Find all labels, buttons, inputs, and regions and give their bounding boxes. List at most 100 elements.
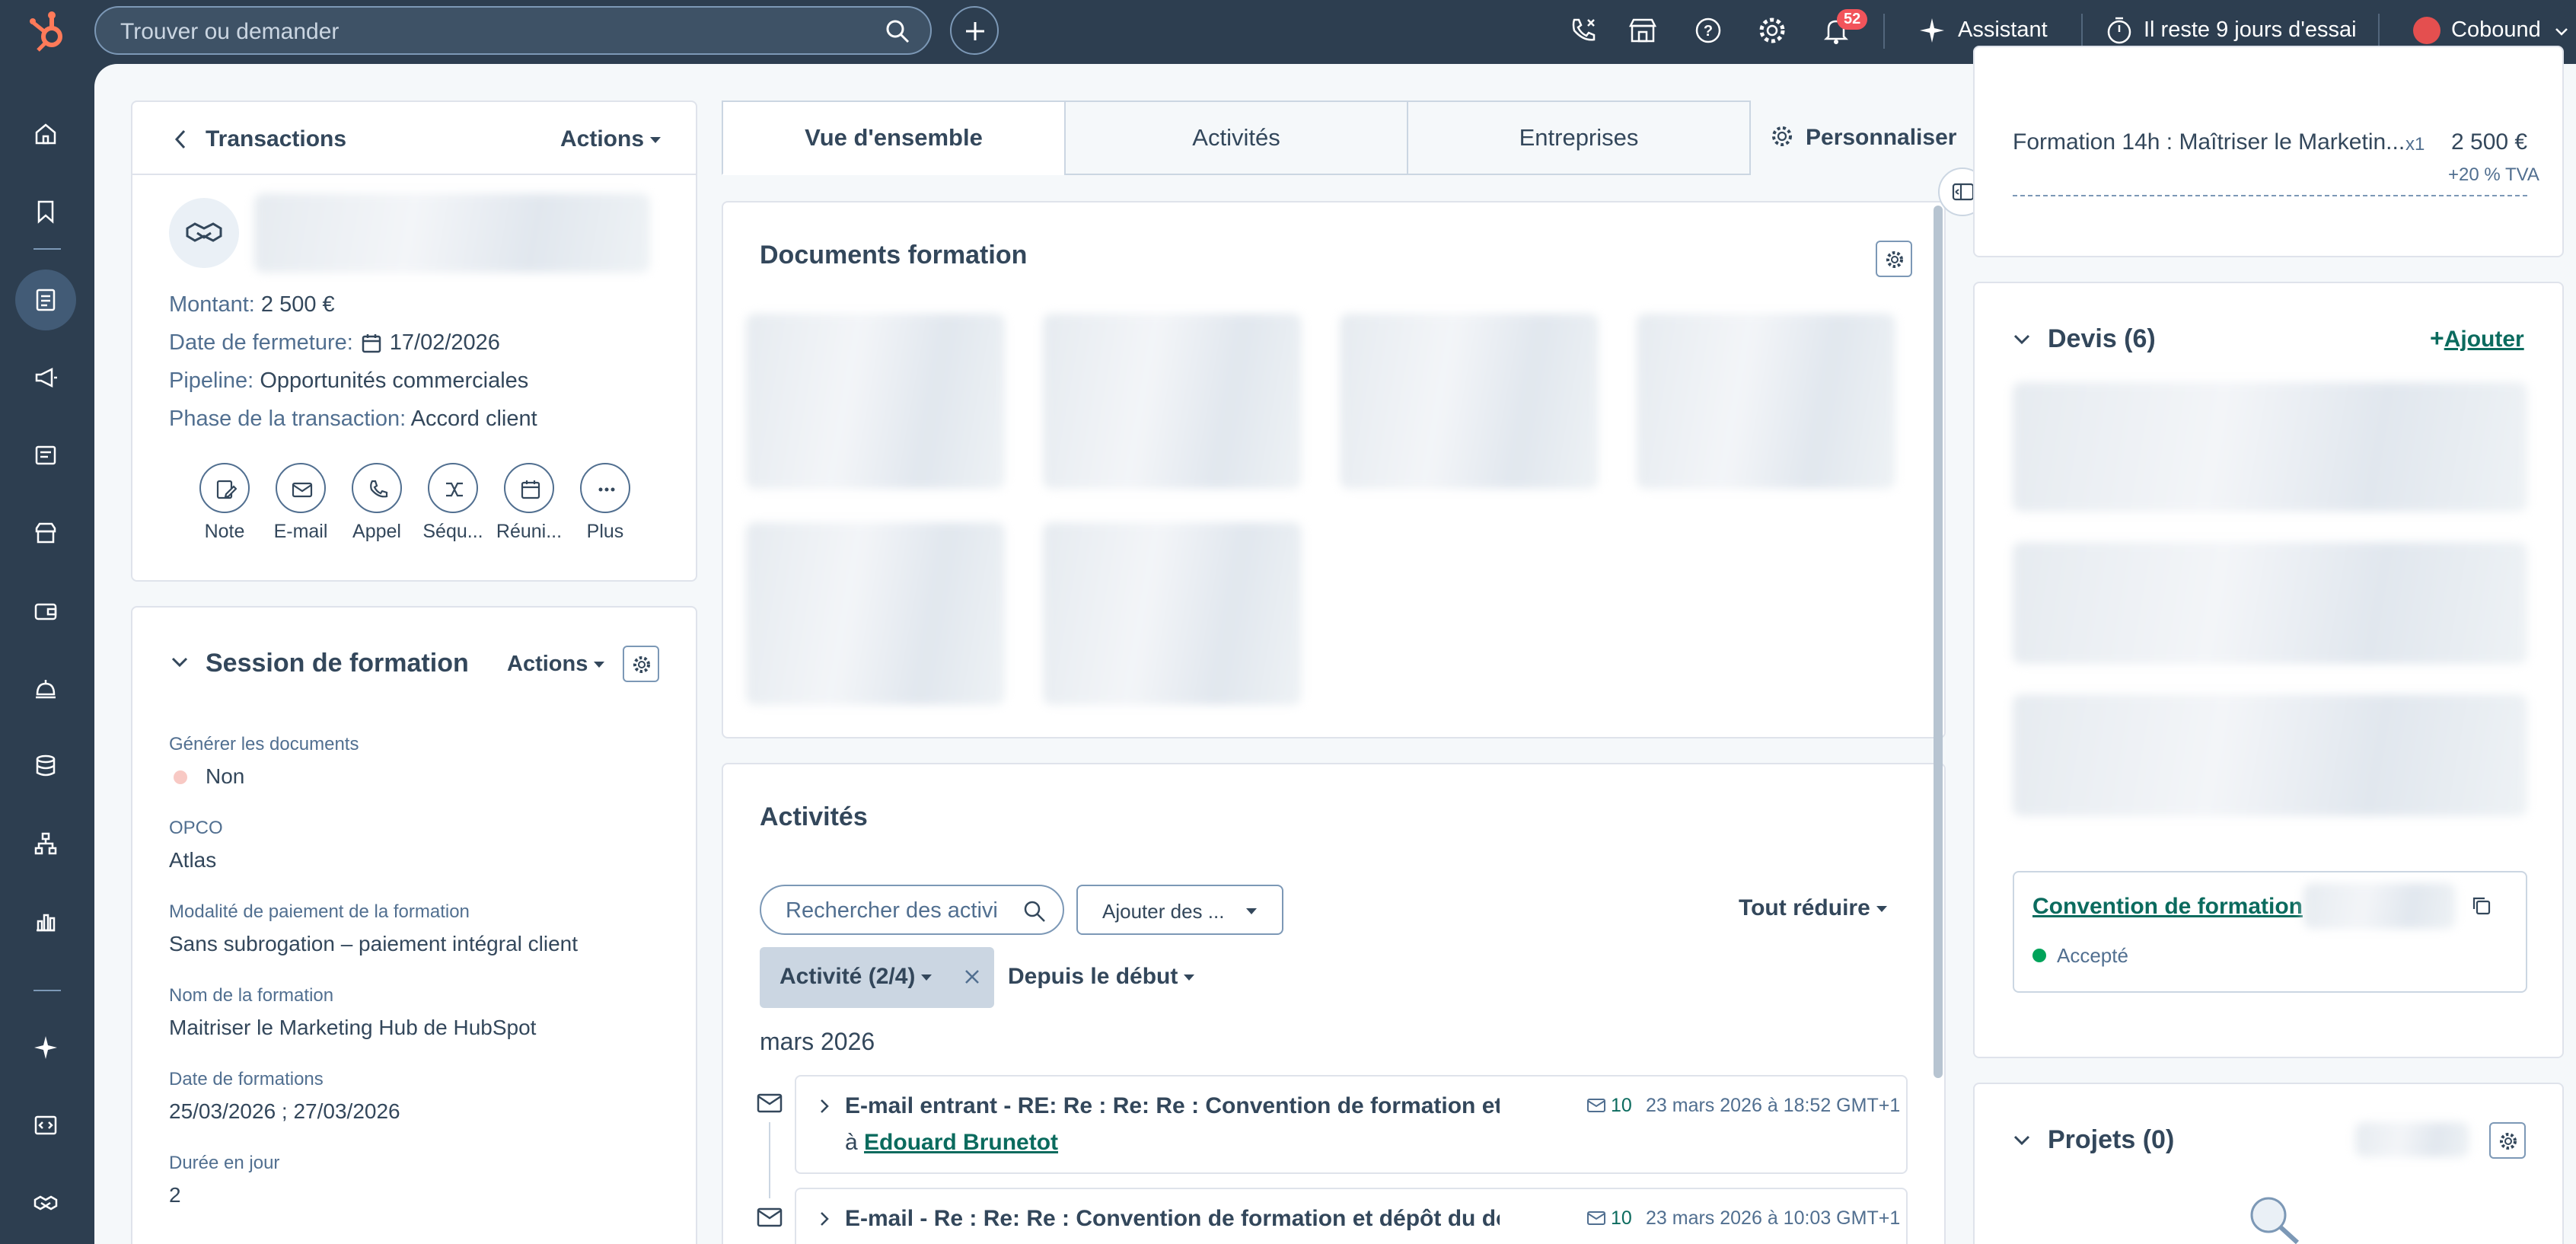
document-thumbnail[interactable] bbox=[1043, 522, 1302, 705]
nav-crm-icon[interactable] bbox=[15, 270, 76, 330]
global-search-input[interactable]: Trouver ou demander bbox=[94, 6, 932, 55]
nav-developer-code-icon[interactable] bbox=[15, 1095, 76, 1156]
close-date-value[interactable]: 17/02/2026 bbox=[390, 330, 500, 356]
property-value[interactable]: 2 bbox=[169, 1183, 181, 1207]
chevron-left-icon[interactable] bbox=[172, 128, 187, 151]
customize-button[interactable]: Personnaliser bbox=[1806, 125, 1956, 151]
empty-state-magnifier-icon bbox=[2243, 1192, 2303, 1244]
session-card-title[interactable]: Session de formation bbox=[206, 649, 469, 678]
quote-status: Accepté bbox=[2057, 944, 2128, 967]
nav-automation-icon[interactable] bbox=[15, 813, 76, 874]
nav-content-icon[interactable] bbox=[15, 425, 76, 486]
collapse-all-dropdown[interactable]: Tout réduire bbox=[1739, 895, 1887, 921]
quote-item-redacted[interactable] bbox=[2013, 542, 2527, 664]
deal-name-redacted bbox=[254, 193, 650, 273]
back-to-transactions-link[interactable]: Transactions bbox=[206, 126, 346, 152]
account-avatar[interactable] bbox=[2413, 17, 2441, 44]
search-icon[interactable] bbox=[885, 18, 910, 44]
nav-marketing-megaphone-icon[interactable] bbox=[15, 347, 76, 408]
document-thumbnail[interactable] bbox=[1043, 314, 1302, 489]
session-settings-button[interactable] bbox=[623, 646, 659, 682]
session-actions-dropdown[interactable]: Actions bbox=[507, 652, 605, 677]
nav-bookmark-icon[interactable] bbox=[15, 181, 76, 242]
nav-wallet-icon[interactable] bbox=[15, 580, 76, 641]
documents-settings-button[interactable] bbox=[1876, 241, 1912, 277]
nav-home-icon[interactable] bbox=[15, 104, 76, 164]
projects-action-redacted[interactable] bbox=[2355, 1122, 2469, 1157]
activity-filter-chip[interactable]: Activité (2/4) bbox=[760, 947, 994, 1008]
chevron-down-icon[interactable] bbox=[2013, 1134, 2031, 1147]
activity-email-item[interactable]: E-mail entrant - RE: Re : Re: Re : Conve… bbox=[795, 1075, 1908, 1174]
document-thumbnail[interactable] bbox=[1340, 314, 1599, 489]
nav-deals-handshake-icon[interactable] bbox=[15, 1172, 76, 1233]
projects-settings-button[interactable] bbox=[2489, 1122, 2526, 1159]
chevron-right-icon[interactable] bbox=[819, 1211, 830, 1227]
quote-item-redacted[interactable] bbox=[2013, 382, 2527, 512]
property-value[interactable]: 25/03/2026 ; 27/03/2026 bbox=[169, 1099, 400, 1124]
chevron-down-icon[interactable] bbox=[2555, 27, 2568, 37]
document-thumbnail[interactable] bbox=[746, 314, 1005, 489]
convention-quote-link[interactable]: Convention de formation bbox=[2032, 894, 2303, 920]
tab-overview[interactable]: Vue d'ensemble bbox=[722, 100, 1066, 175]
copy-icon[interactable] bbox=[2471, 895, 2492, 917]
activity-email-item[interactable]: E-mail - Re : Re: Re : Convention de for… bbox=[795, 1188, 1908, 1244]
activity-email-title[interactable]: E-mail entrant - RE: Re : Re: Re : Conve… bbox=[845, 1093, 1500, 1119]
nav-breeze-sparkle-icon[interactable] bbox=[15, 1017, 76, 1078]
meeting-action-button[interactable] bbox=[504, 463, 554, 513]
middle-scrollbar[interactable] bbox=[1934, 206, 1943, 1078]
activity-email-title[interactable]: E-mail - Re : Re: Re : Convention de for… bbox=[845, 1206, 1500, 1232]
calling-icon[interactable] bbox=[1568, 15, 1599, 46]
add-quote-button[interactable]: +Ajouter bbox=[2430, 324, 2524, 352]
since-beginning-dropdown[interactable]: Depuis le début bbox=[1008, 964, 1195, 990]
gear-icon bbox=[1886, 251, 1903, 268]
nav-commerce-icon[interactable] bbox=[15, 502, 76, 563]
document-thumbnail[interactable] bbox=[746, 522, 1005, 705]
email-action-button[interactable] bbox=[276, 463, 326, 513]
note-action-button[interactable] bbox=[199, 463, 250, 513]
record-actions-dropdown[interactable]: Actions bbox=[560, 126, 662, 152]
deal-stage-value[interactable]: Accord client bbox=[411, 407, 537, 431]
marketplace-icon[interactable] bbox=[1628, 15, 1658, 46]
assistant-button[interactable]: Assistant bbox=[1958, 18, 2048, 43]
sequence-action-button[interactable] bbox=[428, 463, 478, 513]
settings-gear-icon[interactable] bbox=[1757, 15, 1787, 46]
projects-card-title[interactable]: Projets (0) bbox=[2048, 1125, 2174, 1155]
quotes-card-title[interactable]: Devis (6) bbox=[2048, 324, 2156, 354]
chevron-down-icon[interactable] bbox=[171, 656, 189, 668]
trial-remaining-link[interactable]: Il reste 9 jours d'essai bbox=[2144, 18, 2357, 43]
customize-gear-icon[interactable] bbox=[1771, 125, 1793, 148]
more-action-button[interactable] bbox=[580, 463, 630, 513]
search-icon[interactable] bbox=[1023, 900, 1046, 923]
close-icon[interactable] bbox=[964, 968, 980, 985]
pipeline-value[interactable]: Opportunités commerciales bbox=[260, 368, 528, 393]
help-icon[interactable]: ? bbox=[1693, 15, 1723, 46]
activity-filter-label[interactable]: Activité (2/4) bbox=[779, 964, 933, 990]
property-value[interactable]: Sans subrogation – paiement intégral cli… bbox=[169, 932, 578, 956]
tab-companies[interactable]: Entreprises bbox=[1407, 100, 1751, 175]
chevron-right-icon[interactable] bbox=[819, 1098, 830, 1115]
line-item-name[interactable]: Formation 14h : Maîtriser le Marketin... bbox=[2013, 129, 2405, 155]
chevron-down-icon[interactable] bbox=[2013, 333, 2031, 346]
document-thumbnail[interactable] bbox=[1637, 314, 1895, 489]
add-quote-label: Ajouter bbox=[2444, 327, 2524, 352]
property-value[interactable]: Maitriser le Marketing Hub de HubSpot bbox=[169, 1016, 536, 1040]
recipient-link[interactable]: Edouard Brunetot bbox=[864, 1130, 1058, 1155]
quote-item-redacted[interactable] bbox=[2013, 694, 2527, 816]
assistant-sparkle-icon[interactable] bbox=[1918, 17, 1946, 44]
call-action-button[interactable] bbox=[352, 463, 402, 513]
property-value[interactable]: Atlas bbox=[169, 848, 216, 872]
hubspot-logo-icon[interactable] bbox=[27, 9, 70, 55]
property-label: OPCO bbox=[169, 818, 223, 838]
nav-reporting-chart-icon[interactable] bbox=[15, 891, 76, 952]
account-menu[interactable]: Cobound bbox=[2451, 18, 2541, 43]
tab-activities[interactable]: Activités bbox=[1064, 100, 1408, 175]
quote-item[interactable]: Convention de formation Accepté bbox=[2013, 871, 2527, 993]
property-value[interactable]: Non bbox=[206, 764, 244, 789]
nav-data-database-icon[interactable] bbox=[15, 735, 76, 796]
add-activity-dropdown[interactable]: Ajouter des ... bbox=[1076, 885, 1283, 935]
nav-service-bell-icon[interactable] bbox=[15, 658, 76, 719]
activities-search-input[interactable]: Rechercher des activi bbox=[760, 885, 1064, 935]
close-date-field: Date de fermeture: 17/02/2026 bbox=[169, 330, 500, 356]
status-dot bbox=[174, 770, 187, 784]
create-button[interactable] bbox=[950, 6, 999, 55]
